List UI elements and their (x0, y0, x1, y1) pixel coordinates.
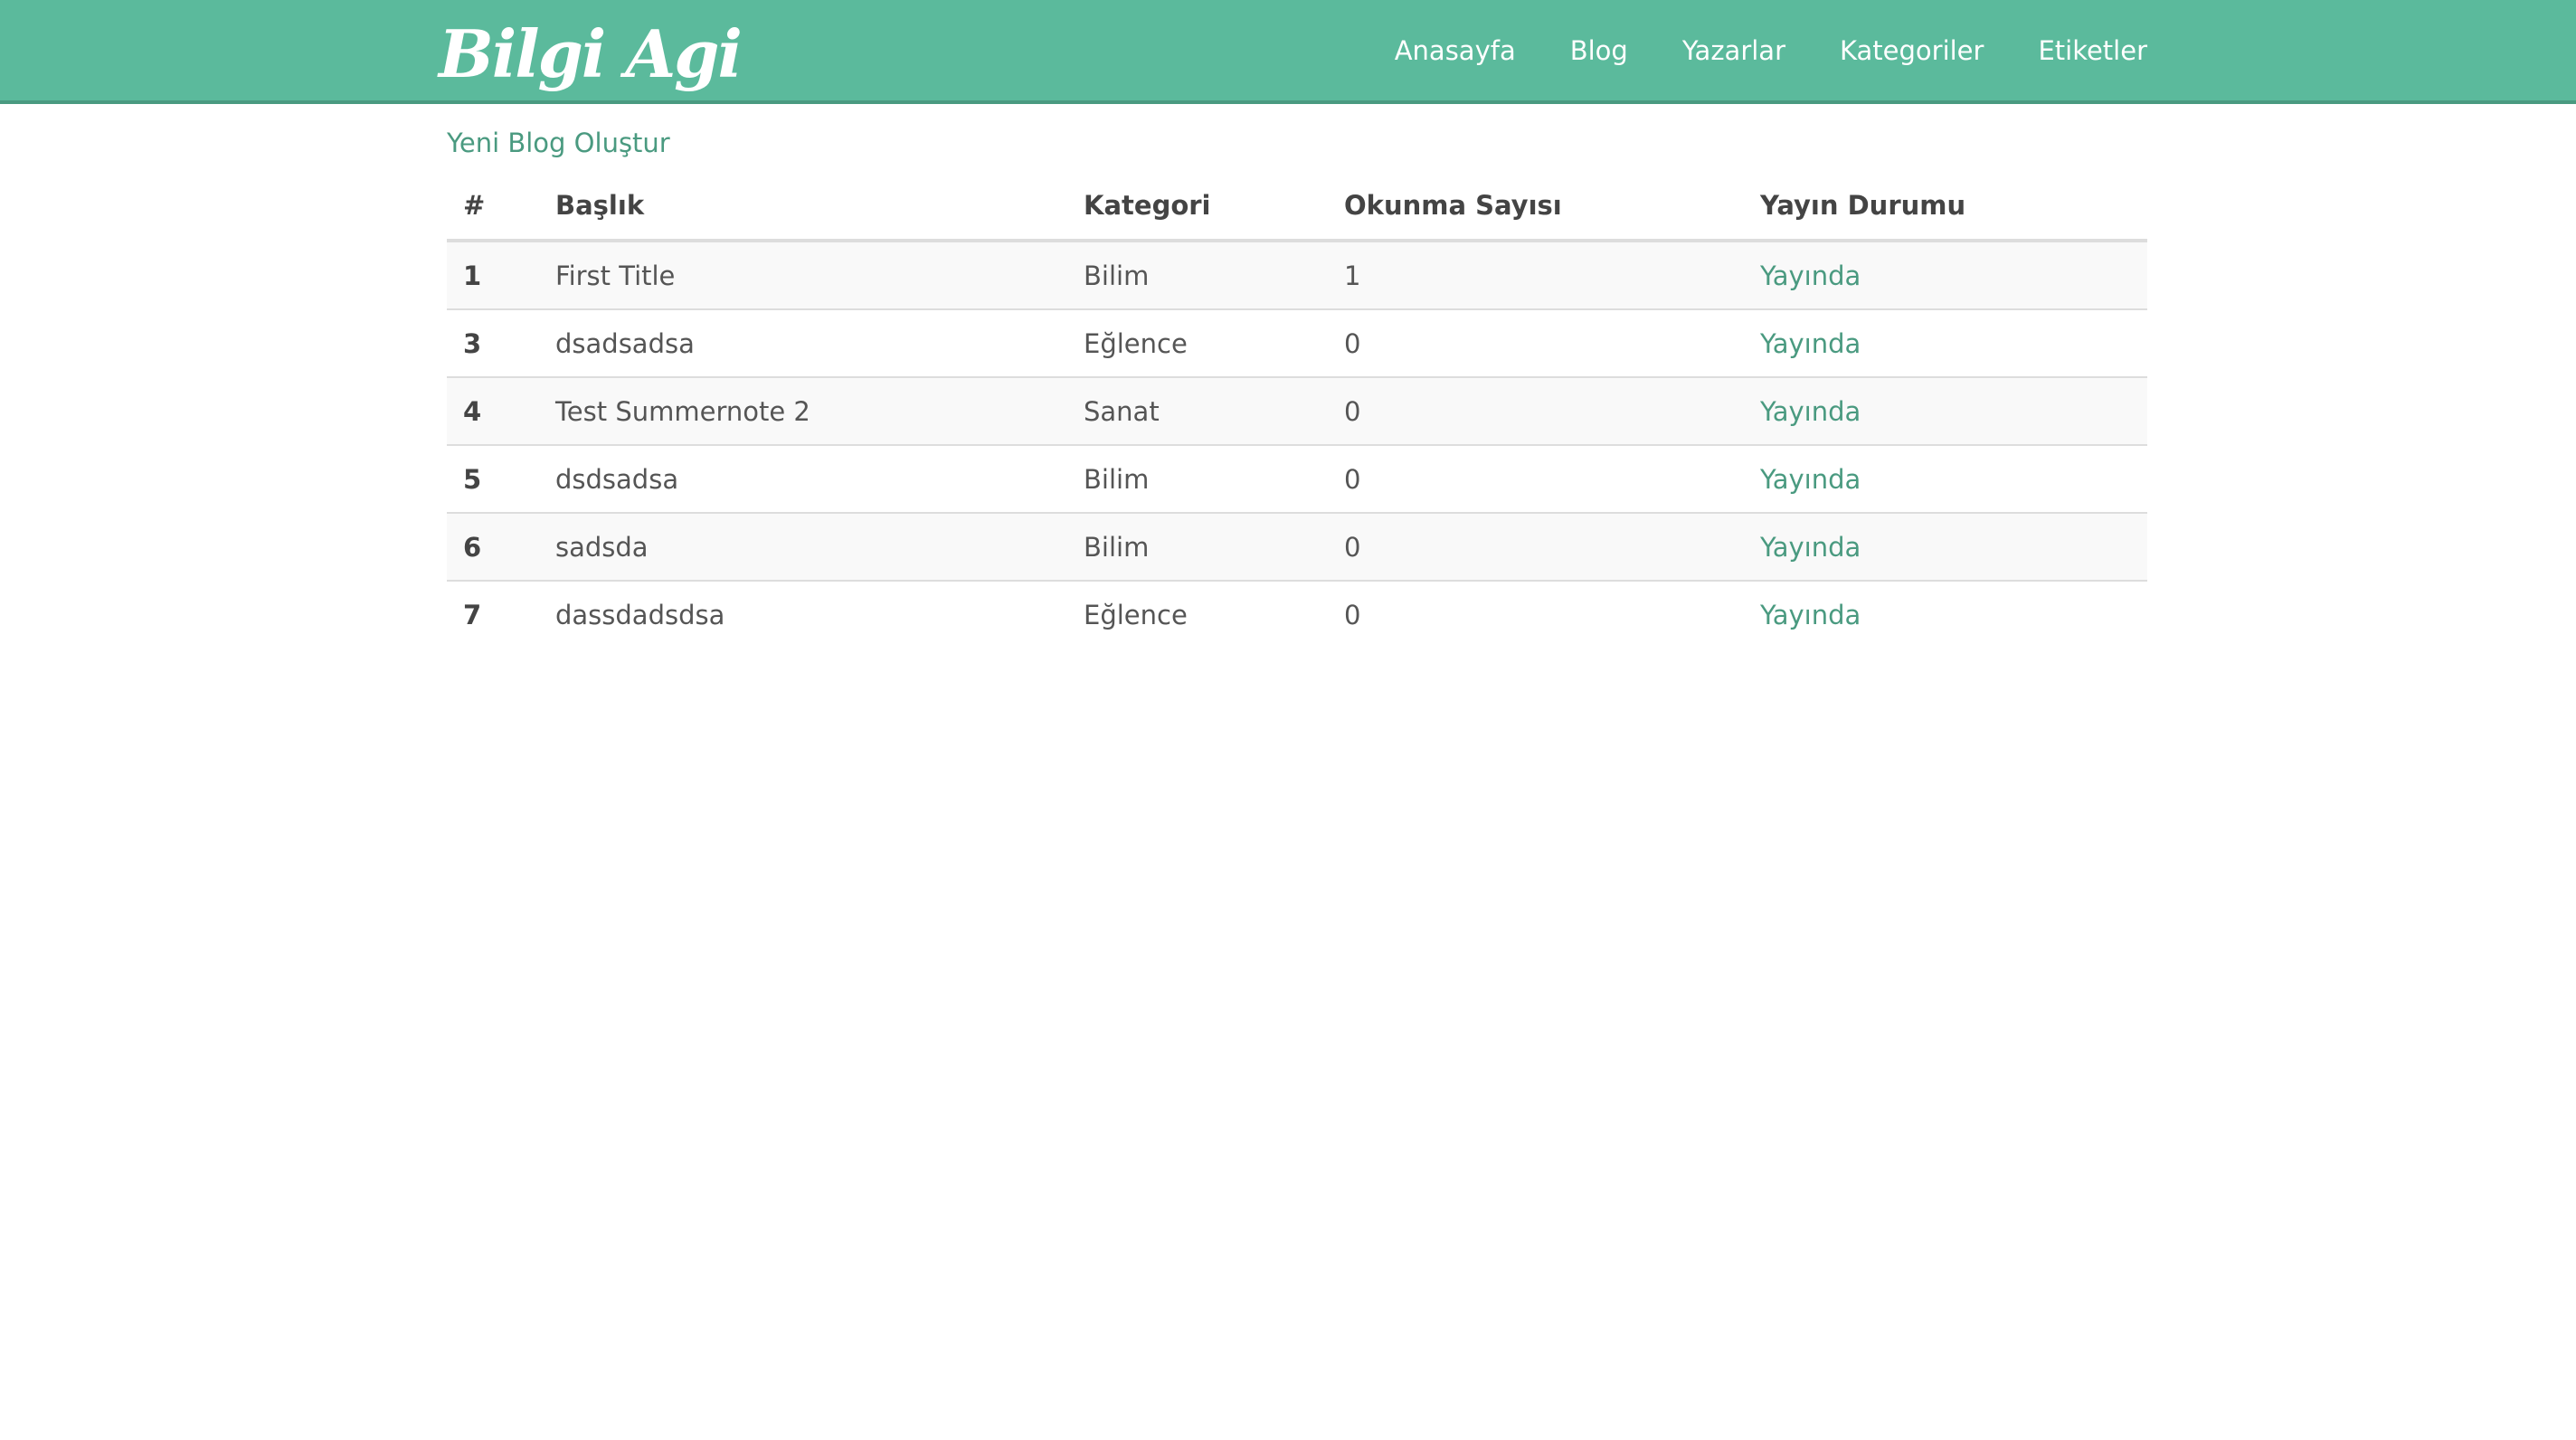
row-category: Eğlence (1067, 308, 1328, 377)
column-header-id: # (447, 172, 539, 242)
row-id: 6 (447, 512, 539, 581)
top-navbar: Bilgi Agi Anasayfa Blog Yazarlar Kategor… (0, 0, 2576, 104)
row-status: Yayında (1744, 376, 2147, 445)
nav-item-etiketler[interactable]: Etiketler (2038, 35, 2147, 66)
row-reads: 0 (1328, 308, 1744, 377)
table-row: 6 sadsda Bilim 0 Yayında (447, 512, 2147, 581)
column-header-category: Kategori (1067, 172, 1328, 242)
nav-item-kategoriler[interactable]: Kategoriler (1840, 35, 1984, 66)
row-category: Bilim (1067, 512, 1328, 581)
new-blog-link[interactable]: Yeni Blog Oluştur (447, 125, 2147, 161)
table-row: 7 dassdadsdsa Eğlence 0 Yayında (447, 580, 2147, 648)
column-header-title: Başlık (539, 172, 1067, 242)
row-id: 1 (463, 260, 482, 291)
row-category: Bilim (1084, 260, 1150, 291)
table-row: 1 First Title Bilim 1 Yayında (447, 241, 2147, 309)
row-category: Eğlence (1067, 580, 1328, 648)
row-reads: 0 (1328, 376, 1744, 445)
column-header-status: Yayın Durumu (1744, 172, 2147, 242)
main-content: Yeni Blog Oluştur # Başlık Kategori Okun… (447, 125, 2147, 648)
row-reads: 0 (1328, 512, 1744, 581)
row-status: Yayında (1744, 308, 2147, 377)
row-title: dsdsadsa (539, 444, 1067, 513)
table-row: 5 dsdsadsa Bilim 0 Yayında (447, 444, 2147, 513)
nav-item-yazarlar[interactable]: Yazarlar (1682, 35, 1785, 66)
row-status: Yayında (1744, 512, 2147, 581)
row-id: 4 (447, 376, 539, 445)
main-nav: Anasayfa Blog Yazarlar Kategoriler Etike… (1395, 0, 2147, 100)
brand-logo[interactable]: Bilgi Agi (439, 9, 743, 99)
row-id: 3 (447, 308, 539, 377)
column-header-reads: Okunma Sayısı (1328, 172, 1744, 242)
row-title: sadsda (539, 512, 1067, 581)
row-status: Yayında (1744, 580, 2147, 648)
row-title: dassdadsdsa (539, 580, 1067, 648)
nav-item-blog[interactable]: Blog (1570, 35, 1628, 66)
row-reads: 0 (1328, 580, 1744, 648)
row-title: First Title (555, 260, 676, 291)
row-category: Sanat (1067, 376, 1328, 445)
nav-item-anasayfa[interactable]: Anasayfa (1395, 35, 1516, 66)
row-reads: 1 (1344, 260, 1361, 291)
blog-table: # Başlık Kategori Okunma Sayısı Yayın Du… (447, 172, 2147, 648)
row-title: Test Summernote 2 (539, 376, 1067, 445)
table-row: 4 Test Summernote 2 Sanat 0 Yayında (447, 376, 2147, 445)
row-status: Yayında (1744, 444, 2147, 513)
row-id: 5 (447, 444, 539, 513)
row-category: Bilim (1067, 444, 1328, 513)
row-reads: 0 (1328, 444, 1744, 513)
row-status: Yayında (1760, 260, 1861, 291)
row-title: dsadsadsa (539, 308, 1067, 377)
row-id: 7 (447, 580, 539, 648)
table-row: 3 dsadsadsa Eğlence 0 Yayında (447, 308, 2147, 377)
table-header-row: # Başlık Kategori Okunma Sayısı Yayın Du… (447, 172, 2147, 242)
